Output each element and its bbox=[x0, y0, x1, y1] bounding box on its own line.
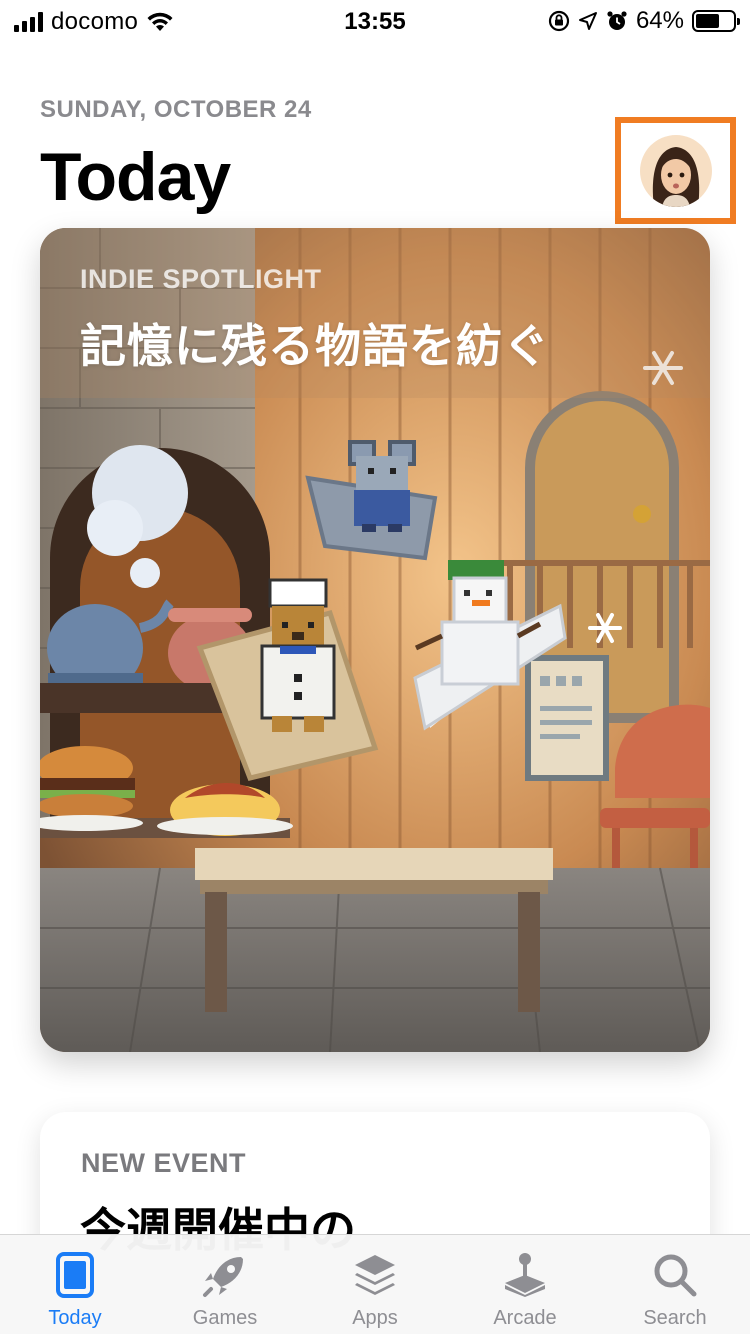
battery-percent: 64% bbox=[635, 7, 684, 34]
avatar bbox=[639, 134, 712, 207]
today-icon bbox=[49, 1249, 101, 1301]
tab-today[interactable]: Today bbox=[0, 1235, 150, 1334]
tab-apps[interactable]: Apps bbox=[300, 1235, 450, 1334]
tab-label: Games bbox=[192, 1307, 258, 1329]
date-label: SUNDAY, OCTOBER 24 bbox=[40, 96, 312, 123]
tab-label: Today bbox=[48, 1307, 102, 1329]
card-headline: 記憶に残る物語を紡ぐ bbox=[80, 320, 550, 372]
tab-label: Apps bbox=[352, 1307, 398, 1329]
status-bar: docomo 13:55 64% bbox=[0, 0, 750, 42]
location-icon bbox=[578, 12, 597, 30]
tab-games[interactable]: Games bbox=[150, 1235, 300, 1334]
joystick-icon bbox=[499, 1249, 551, 1301]
featured-story-card[interactable]: INDIE SPOTLIGHT 記憶に残る物語を紡ぐ bbox=[40, 228, 710, 1052]
tab-search[interactable]: Search bbox=[600, 1235, 750, 1334]
alarm-icon bbox=[607, 11, 627, 30]
tab-arcade[interactable]: Arcade bbox=[450, 1235, 600, 1334]
orientation-lock-icon bbox=[548, 10, 570, 32]
tab-label: Arcade bbox=[493, 1307, 557, 1329]
battery-fill bbox=[696, 14, 720, 28]
page-title: Today bbox=[40, 139, 231, 215]
rocket-icon bbox=[199, 1249, 251, 1301]
account-avatar-button[interactable] bbox=[615, 117, 736, 224]
tab-bar: Today Games Apps Arcade Search bbox=[0, 1234, 750, 1334]
memoji-avatar-icon bbox=[639, 134, 712, 207]
status-bar-right: 64% bbox=[548, 7, 740, 35]
apps-stack-icon bbox=[349, 1249, 401, 1301]
tab-label: Search bbox=[643, 1307, 707, 1329]
card-eyebrow: NEW EVENT bbox=[81, 1148, 247, 1178]
card-eyebrow: INDIE SPOTLIGHT bbox=[80, 264, 322, 294]
search-icon bbox=[649, 1249, 701, 1301]
battery-icon bbox=[692, 10, 740, 32]
